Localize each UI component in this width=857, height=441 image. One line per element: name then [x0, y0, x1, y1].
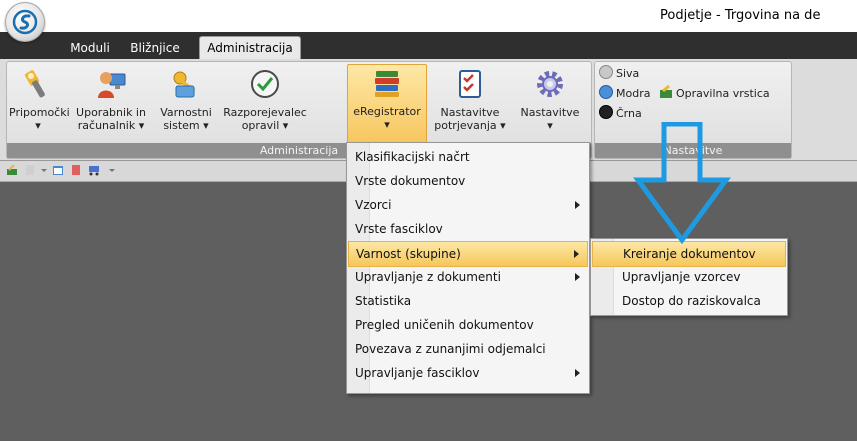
export-icon[interactable]	[6, 164, 18, 176]
nastavitve-dropdown-label: ▾	[547, 119, 553, 132]
tab-bliznjice[interactable]: Bližnjice	[124, 38, 186, 59]
modra-label: Modra	[616, 87, 651, 100]
varnostni-label: Varnostni	[160, 106, 212, 119]
menu-item-label: Upravljanje fasciklov	[355, 366, 480, 380]
opravilna-vrstica-button[interactable]: Opravilna vrstica	[659, 84, 770, 103]
menu-item-label: Klasifikacijski načrt	[355, 150, 470, 164]
razporejevalec-label: Razporejevalec	[223, 106, 307, 119]
window-icon[interactable]	[52, 164, 64, 176]
menu-item-upravljanje-fasciklov[interactable]: Upravljanje fasciklov	[348, 361, 588, 385]
menu-item-povezava-z-odjemalci[interactable]: Povezava z zunanjimi odjemalci	[348, 337, 588, 361]
eregistrator-dropdown-label: ▾	[384, 118, 390, 131]
title-bar: Podjetje - Trgovina na de	[0, 0, 857, 32]
theme-modra-option[interactable]: Modra	[599, 85, 650, 103]
scheduler-clock-icon	[251, 70, 279, 98]
menu-item-statistika[interactable]: Statistika	[348, 289, 588, 313]
submenu-item-label: Dostop do raziskovalca	[622, 294, 761, 308]
potrjevanja-label: potrjevanja ▾	[434, 119, 506, 132]
theme-crna-option[interactable]: Črna	[599, 105, 642, 123]
dropdown-small-icon[interactable]	[38, 164, 50, 176]
customize-toolbar-icon[interactable]	[106, 164, 118, 176]
nastavitve-potrjevanja-label: Nastavitve	[440, 106, 500, 119]
app-logo-icon[interactable]	[5, 2, 45, 42]
submenu-arrow-icon	[575, 273, 580, 281]
pripomocki-button[interactable]: Pripomočki ▾	[9, 66, 70, 140]
menu-item-upravljanje-z-dokumenti[interactable]: Upravljanje z dokumenti	[348, 265, 588, 289]
opravil-label: opravil ▾	[241, 119, 289, 132]
gear-icon	[537, 71, 563, 97]
menu-item-label: Vzorci	[355, 198, 392, 212]
tab-administracija[interactable]: Administracija	[199, 36, 301, 60]
menu-item-label: Pregled uničenih dokumentov	[355, 318, 534, 332]
siva-label: Siva	[616, 67, 640, 80]
tab-moduli[interactable]: Moduli	[62, 38, 118, 59]
eregistrator-menu: Klasifikacijski načrt Vrste dokumentov V…	[346, 142, 590, 394]
nastavitve-button[interactable]: Nastavitve ▾	[515, 66, 585, 140]
varnostni-sistem-button[interactable]: Varnostni sistem ▾	[155, 66, 217, 140]
tools-icon	[24, 70, 45, 98]
uporabnik-label: Uporabnik in	[76, 106, 146, 119]
theme-siva-option[interactable]: Siva	[599, 65, 639, 83]
submenu-item-upravljanje-vzorcev[interactable]: Upravljanje vzorcev	[592, 265, 786, 289]
submenu-item-label: Upravljanje vzorcev	[622, 270, 741, 284]
menu-item-label: Vrste fasciklov	[355, 222, 443, 236]
menu-item-klasifikacijski-nacrt[interactable]: Klasifikacijski načrt	[348, 145, 588, 169]
security-keys-icon	[173, 71, 196, 98]
nastavitve-label: Nastavitve	[520, 106, 580, 119]
books-icon	[375, 71, 399, 97]
menu-item-pregled-unicenih[interactable]: Pregled uničenih dokumentov	[348, 313, 588, 337]
window-title: Podjetje - Trgovina na de	[660, 8, 821, 23]
sistem-label: sistem ▾	[163, 119, 209, 132]
submenu-arrow-icon	[575, 201, 580, 209]
cart-icon[interactable]	[88, 164, 100, 176]
opravilna-vrstica-label: Opravilna vrstica	[676, 87, 770, 100]
racunalnik-label: računalnik ▾	[77, 119, 145, 132]
user-computer-icon	[98, 72, 126, 98]
menu-item-varnost-skupine[interactable]: Varnost (skupine)	[348, 241, 588, 267]
modra-radio-icon	[599, 85, 613, 99]
varnost-submenu: Kreiranje dokumentov Upravljanje vzorcev…	[590, 238, 788, 316]
menu-item-label: Statistika	[355, 294, 412, 308]
menu-item-vrste-dokumentov[interactable]: Vrste dokumentov	[348, 169, 588, 193]
submenu-item-dostop-do-raziskovalca[interactable]: Dostop do raziskovalca	[592, 289, 786, 313]
uporabnik-racunalnik-button[interactable]: Uporabnik in računalnik ▾	[71, 66, 151, 140]
menu-item-label: Povezava z zunanjimi odjemalci	[355, 342, 546, 356]
checklist-icon	[459, 70, 481, 98]
submenu-item-label: Kreiranje dokumentov	[623, 247, 756, 261]
document-icon[interactable]	[24, 164, 36, 176]
crna-label: Črna	[616, 107, 642, 120]
menu-item-label: Upravljanje z dokumenti	[355, 270, 501, 284]
siva-radio-icon	[599, 65, 613, 79]
nastavitve-potrjevanja-button[interactable]: Nastavitve potrjevanja ▾	[431, 66, 509, 140]
menu-item-vzorci[interactable]: Vzorci	[348, 193, 588, 217]
submenu-item-kreiranje-dokumentov[interactable]: Kreiranje dokumentov	[592, 241, 786, 267]
bookmark-icon[interactable]	[70, 164, 82, 176]
menu-item-label: Varnost (skupine)	[356, 247, 461, 261]
crna-radio-icon	[599, 105, 613, 119]
submenu-arrow-icon	[575, 369, 580, 377]
pripomocki-dropdown-label: ▾	[35, 119, 41, 132]
razporejevalec-opravil-button[interactable]: Razporejevalec opravil ▾	[221, 66, 309, 140]
menu-item-label: Vrste dokumentov	[355, 174, 466, 188]
taskbar-icon	[660, 84, 672, 98]
annotation-arrow-icon	[633, 122, 731, 244]
submenu-arrow-icon	[574, 250, 579, 258]
eregistrator-label: eRegistrator	[353, 105, 421, 118]
menu-item-vrste-fasciklov[interactable]: Vrste fasciklov	[348, 217, 588, 241]
ribbon-tab-bar: Moduli Bližnjice Administracija	[0, 32, 857, 60]
pripomocki-label: Pripomočki	[9, 106, 70, 119]
eregistrator-button[interactable]: eRegistrator ▾	[347, 64, 427, 144]
